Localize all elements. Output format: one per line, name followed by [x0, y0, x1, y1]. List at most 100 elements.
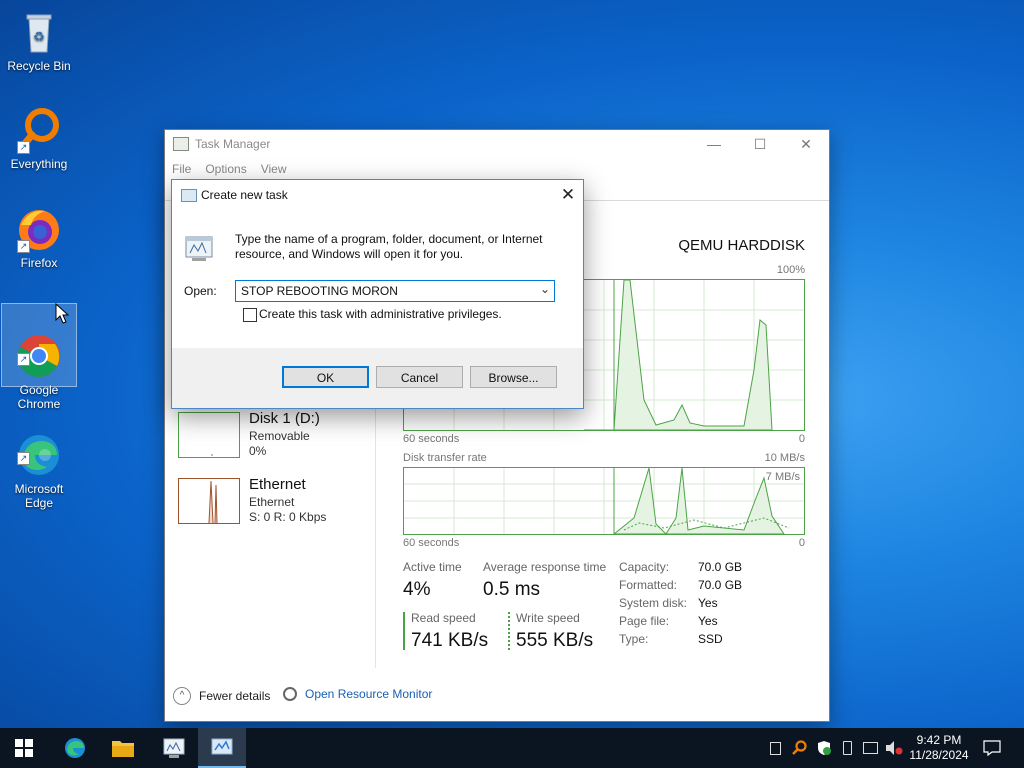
run-program-icon: [184, 233, 216, 263]
menu-file[interactable]: File: [165, 162, 198, 176]
active-graph-min-label: 0: [798, 433, 805, 445]
task-manager-footer: ^ Fewer details Open Resource Monitor: [165, 671, 829, 721]
open-input-value[interactable]: STOP REBOOTING MORON: [241, 284, 398, 298]
open-combobox[interactable]: STOP REBOOTING MORON ⌄: [235, 280, 555, 302]
taskbar-task-manager[interactable]: [198, 728, 246, 768]
prop-value: SSD: [698, 632, 723, 646]
start-button[interactable]: [0, 728, 48, 768]
chevron-up-icon: ^: [173, 687, 191, 705]
security-tray-icon[interactable]: [814, 728, 834, 768]
fewer-details-label: Fewer details: [199, 689, 271, 703]
dialog-description: Type the name of a program, folder, docu…: [235, 232, 543, 261]
prop-key: Capacity:: [619, 560, 670, 574]
notifications-button[interactable]: [978, 728, 1006, 768]
side-item-sub: Removable: [249, 429, 310, 443]
desktop-icon-everything[interactable]: ↗ Everything: [2, 106, 76, 171]
windows-logo-icon: [15, 739, 33, 757]
task-manager-app-icon: [173, 137, 189, 151]
edge-icon: [65, 738, 85, 758]
menu-options[interactable]: Options: [198, 162, 253, 176]
chevron-down-icon[interactable]: ⌄: [540, 282, 550, 296]
active-graph-time-label: 60 seconds: [403, 433, 460, 445]
active-graph-max-label: 100%: [776, 264, 805, 276]
taskbar-edge[interactable]: [51, 728, 99, 768]
disk-transfer-graph: 7 MB/s: [403, 467, 805, 535]
dialog-close-button[interactable]: ✕: [553, 180, 583, 210]
side-item-sub: Ethernet: [249, 495, 295, 509]
cancel-button[interactable]: Cancel: [376, 366, 463, 388]
read-speed-marker: [403, 612, 405, 650]
shortcut-arrow-icon: ↗: [17, 240, 30, 253]
transfer-graph-title: Disk transfer rate: [403, 452, 487, 464]
usb-tray-icon[interactable]: [838, 728, 856, 768]
network-tray-icon[interactable]: [860, 728, 880, 768]
clock[interactable]: 9:42 PM 11/28/2024: [906, 728, 972, 768]
menu-bar: File Options View: [165, 158, 829, 180]
resource-monitor-icon: [283, 687, 297, 701]
side-item-sub: 0%: [249, 444, 267, 458]
transfer-graph-inner-label: 7 MB/s: [765, 471, 800, 483]
open-resource-monitor-link[interactable]: Open Resource Monitor: [283, 687, 432, 701]
everything-search-icon: ↗: [15, 106, 63, 154]
prop-key: Page file:: [619, 614, 670, 628]
clock-time: 9:42 PM: [916, 733, 962, 747]
resource-monitor-label: Open Resource Monitor: [305, 687, 433, 701]
prop-value: 70.0 GB: [698, 560, 743, 574]
prop-value: Yes: [698, 596, 718, 610]
notepad-icon: [769, 741, 781, 755]
prop-value: 70.0 GB: [698, 578, 743, 592]
write-speed-marker: [508, 612, 510, 650]
disk1-thumbnail: [178, 412, 240, 458]
svg-text:♻: ♻: [33, 29, 45, 44]
window-title: Task Manager: [195, 137, 271, 151]
ethernet-thumbnail: [178, 478, 240, 524]
desktop-icon-recycle-bin[interactable]: ♻ Recycle Bin: [2, 8, 76, 73]
desktop-icon-label: Everything: [10, 157, 68, 171]
speaker-muted-icon: [886, 741, 903, 755]
shortcut-arrow-icon: ↗: [17, 452, 30, 465]
browse-button[interactable]: Browse...: [470, 366, 557, 388]
side-item-name: Ethernet: [249, 476, 306, 493]
side-item-ethernet[interactable]: Ethernet Ethernet S: 0 R: 0 Kbps: [178, 476, 373, 528]
open-label: Open:: [184, 284, 217, 298]
transfer-graph-time-label: 60 seconds: [403, 537, 460, 549]
desktop-icon-label: Firefox: [20, 256, 58, 270]
menu-view[interactable]: View: [254, 162, 294, 176]
dialog-button-area: OK Cancel Browse...: [172, 348, 583, 408]
ok-button[interactable]: OK: [282, 366, 369, 388]
desktop-icon-firefox[interactable]: ↗ Firefox: [2, 205, 76, 270]
shield-icon: [818, 741, 831, 755]
side-item-sub: S: 0 R: 0 Kbps: [249, 510, 327, 524]
usb-drive-icon: [842, 741, 852, 755]
write-speed-value: 555 KB/s: [516, 630, 594, 651]
fewer-details-link[interactable]: ^ Fewer details: [173, 687, 270, 705]
active-time-value: 4%: [403, 579, 431, 600]
action-center-tray-icon[interactable]: [766, 728, 784, 768]
read-speed-value: 741 KB/s: [411, 630, 489, 651]
admin-checkbox[interactable]: [243, 308, 257, 322]
task-manager-icon: [211, 738, 233, 755]
disk-model-title: QEMU HARDDISK: [678, 237, 805, 254]
maximize-button[interactable]: ☐: [737, 130, 783, 158]
everything-tray-icon[interactable]: [788, 728, 810, 768]
taskbar-run-program[interactable]: [150, 728, 198, 768]
shortcut-arrow-icon: ↗: [17, 141, 30, 154]
volume-tray-icon[interactable]: [884, 728, 904, 768]
side-item-disk1[interactable]: Disk 1 (D:) Removable 0%: [178, 410, 373, 462]
notifications-icon: [983, 740, 1001, 756]
active-time-label: Active time: [403, 560, 462, 574]
avg-response-label: Average response time: [483, 560, 607, 574]
recycle-bin-icon: ♻: [15, 8, 63, 56]
admin-checkbox-label: Create this task with administrative pri…: [259, 307, 502, 321]
pane-divider: [375, 398, 376, 668]
edge-icon: ↗: [15, 417, 63, 475]
minimize-button[interactable]: —: [691, 130, 737, 158]
prop-key: System disk:: [619, 596, 688, 610]
side-item-name: Disk 1 (D:): [249, 410, 320, 427]
run-dialog-app-icon: [181, 189, 197, 202]
close-button[interactable]: ✕: [783, 130, 829, 158]
transfer-graph-max-label: 10 MB/s: [764, 452, 805, 464]
taskbar-file-explorer[interactable]: [99, 728, 147, 768]
avg-response-value: 0.5 ms: [483, 579, 541, 600]
desktop-icon-microsoft-edge[interactable]: ↗ Microsoft Edge: [2, 403, 76, 524]
